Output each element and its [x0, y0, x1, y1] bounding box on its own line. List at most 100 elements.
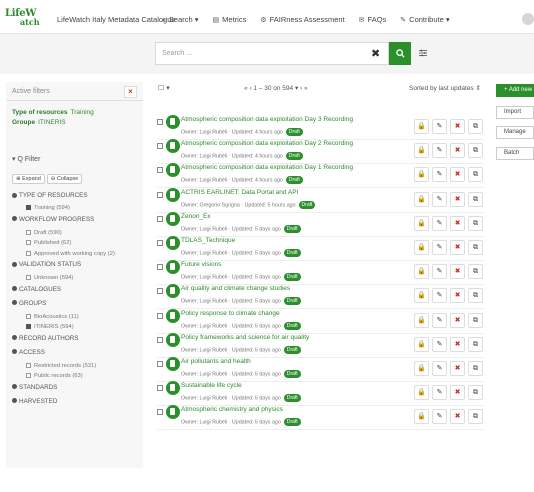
filter-category[interactable]: VALIDATION STATUS: [12, 261, 81, 268]
filter-checkbox[interactable]: [26, 250, 31, 256]
delete-button[interactable]: ✖: [450, 409, 465, 425]
record-title[interactable]: Policy frameworks and science for air qu…: [181, 334, 309, 341]
lock-button[interactable]: 🔒: [414, 264, 429, 280]
filter-category[interactable]: RECORD AUTHORS: [12, 335, 78, 342]
record-title[interactable]: Future visions: [181, 261, 221, 268]
record-row[interactable]: Atmospheric composition data exploitatio…: [157, 139, 484, 166]
lifewatch-logo[interactable]: LifeW atch: [5, 8, 49, 28]
record-title[interactable]: Sustainable life cycle: [181, 382, 242, 389]
pencil-button[interactable]: ✎: [432, 264, 447, 280]
record-checkbox[interactable]: [157, 288, 163, 295]
clear-filters-button[interactable]: ×: [124, 86, 137, 98]
record-checkbox[interactable]: [157, 361, 163, 367]
filter-category[interactable]: HARVESTED: [12, 398, 57, 405]
pencil-button[interactable]: ✎: [432, 143, 447, 159]
delete-button[interactable]: ✖: [450, 240, 465, 255]
filter-option[interactable]: Public records (63): [26, 373, 83, 379]
record-title[interactable]: Air pollutants and health: [181, 358, 251, 365]
filter-checkbox[interactable]: [26, 362, 31, 368]
filter-checkbox[interactable]: [26, 324, 31, 329]
record-row[interactable]: ACTRIS EARLINET: Data Portal and API Owne…: [157, 187, 484, 215]
pencil-button[interactable]: ✎: [432, 312, 447, 328]
record-checkbox[interactable]: [157, 336, 163, 343]
delete-button[interactable]: ✖: [450, 288, 465, 304]
pencil-button[interactable]: ✎: [432, 409, 447, 425]
record-row[interactable]: Future visions Owner: Luigi Rubeli · Upda…: [157, 260, 484, 287]
record-checkbox[interactable]: [157, 312, 163, 319]
right-action-button[interactable]: Batch: [496, 147, 534, 160]
nav-link[interactable]: ⚙ FAIRness Assessment: [260, 15, 344, 25]
lock-button[interactable]: 🔒: [414, 288, 429, 304]
copy-button[interactable]: ⧉: [468, 264, 483, 280]
filter-checkbox[interactable]: [26, 275, 31, 280]
record-checkbox[interactable]: [157, 119, 163, 125]
pagination[interactable]: « ‹ 1 – 30 on 594 ▾ › »: [244, 84, 308, 92]
lock-button[interactable]: 🔒: [414, 119, 429, 134]
pencil-button[interactable]: ✎: [432, 119, 447, 134]
record-row[interactable]: Zenon_Ex Owner: Luigi Rubeli · Updated: 5…: [157, 211, 484, 239]
filter-option[interactable]: Training (594): [26, 205, 70, 211]
delete-button[interactable]: ✖: [450, 215, 465, 231]
expand-all-button[interactable]: ⊕ Expand: [12, 174, 45, 184]
right-action-button[interactable]: Manage: [496, 126, 534, 139]
record-row[interactable]: TDLAS_Technique Owner: Luigi Rubeli · Upd…: [157, 236, 484, 263]
record-checkbox[interactable]: [157, 240, 163, 246]
copy-button[interactable]: ⧉: [468, 288, 483, 304]
delete-button[interactable]: ✖: [450, 191, 465, 207]
filter-category[interactable]: WORKFLOW PROGRESS: [12, 216, 94, 223]
copy-button[interactable]: ⧉: [468, 167, 483, 183]
copy-button[interactable]: ⧉: [468, 119, 483, 134]
copy-button[interactable]: ⧉: [468, 191, 483, 207]
lock-button[interactable]: 🔒: [414, 312, 429, 328]
record-checkbox[interactable]: [157, 191, 163, 198]
record-row[interactable]: Air quality and climate change studies Ow…: [157, 284, 484, 311]
record-row[interactable]: Atmospheric chemistry and physics Owner: …: [157, 405, 484, 432]
search-input[interactable]: Search ... ✖: [155, 42, 389, 65]
nav-link[interactable]: ✎ Contribute ▾: [400, 15, 449, 25]
lock-button[interactable]: 🔒: [414, 215, 429, 231]
record-title[interactable]: Atmospheric composition data exploitatio…: [181, 140, 353, 147]
pencil-button[interactable]: ✎: [432, 167, 447, 183]
lock-button[interactable]: 🔒: [414, 361, 429, 376]
delete-button[interactable]: ✖: [450, 361, 465, 376]
copy-button[interactable]: ⧉: [468, 240, 483, 255]
pencil-button[interactable]: ✎: [432, 385, 447, 401]
record-title[interactable]: Atmospheric composition data exploitatio…: [181, 116, 353, 123]
record-checkbox[interactable]: [157, 409, 163, 416]
pencil-button[interactable]: ✎: [432, 361, 447, 376]
filter-option[interactable]: Approved with working copy (2): [26, 250, 115, 257]
delete-button[interactable]: ✖: [450, 167, 465, 183]
delete-button[interactable]: ✖: [450, 385, 465, 401]
clear-search-icon[interactable]: ✖: [371, 47, 380, 60]
filter-category[interactable]: ACCESS: [12, 349, 45, 356]
copy-button[interactable]: ⧉: [468, 409, 483, 425]
filter-checkbox[interactable]: [26, 313, 31, 319]
record-row[interactable]: Policy response to climate change Owner: …: [157, 308, 484, 336]
filter-option[interactable]: Published (62): [26, 240, 71, 246]
right-action-button[interactable]: + Add new: [496, 84, 534, 97]
pencil-button[interactable]: ✎: [432, 288, 447, 304]
user-avatar-icon[interactable]: [522, 13, 534, 25]
record-checkbox[interactable]: [157, 264, 163, 271]
copy-button[interactable]: ⧉: [468, 215, 483, 231]
lock-button[interactable]: 🔒: [414, 167, 429, 183]
nav-link[interactable]: ⌕ Search ▾: [162, 15, 199, 25]
filter-checkbox[interactable]: [26, 229, 31, 235]
record-title[interactable]: Atmospheric chemistry and physics: [181, 406, 283, 413]
lock-button[interactable]: 🔒: [414, 191, 429, 207]
active-filter-group[interactable]: Groupe ITINERIS: [12, 119, 66, 126]
delete-button[interactable]: ✖: [450, 336, 465, 352]
filter-checkbox[interactable]: [26, 240, 31, 245]
record-checkbox[interactable]: [157, 167, 163, 174]
record-checkbox[interactable]: [157, 215, 163, 222]
copy-button[interactable]: ⧉: [468, 361, 483, 376]
delete-button[interactable]: ✖: [450, 264, 465, 280]
delete-button[interactable]: ✖: [450, 119, 465, 134]
record-title[interactable]: ACTRIS EARLINET: Data Portal and API: [181, 189, 298, 196]
record-row[interactable]: Atmospheric composition data exploitatio…: [157, 163, 484, 190]
filter-option[interactable]: Draft (590): [26, 229, 62, 236]
lock-button[interactable]: 🔒: [414, 143, 429, 159]
record-row[interactable]: Sustainable life cycle Owner: Luigi Rubel…: [157, 381, 484, 408]
delete-button[interactable]: ✖: [450, 312, 465, 328]
filter-heading[interactable]: ▾ Q Filter: [12, 155, 40, 163]
